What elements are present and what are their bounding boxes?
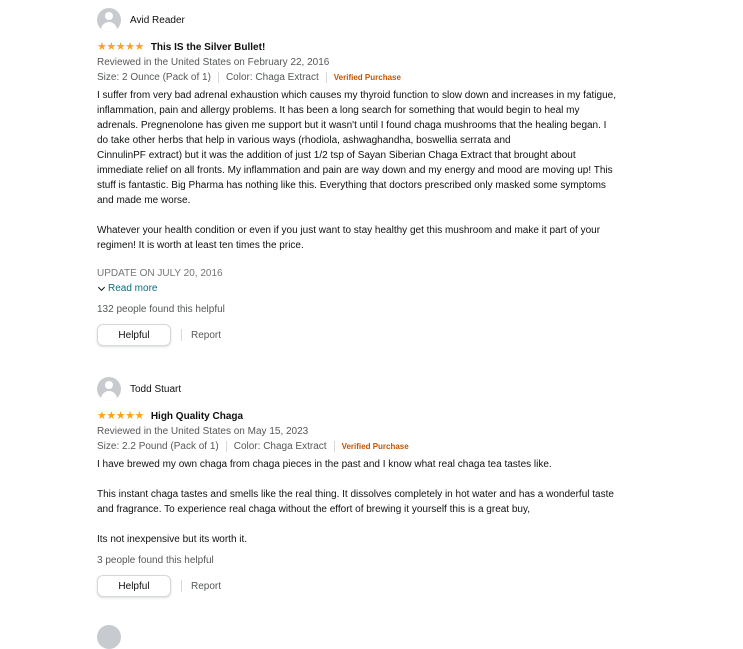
verified-purchase-badge: Verified Purchase [333, 73, 401, 82]
review-body: I suffer from very bad adrenal exhaustio… [97, 88, 617, 253]
review-actions: Helpful Report [97, 575, 617, 597]
chevron-down-icon [97, 283, 106, 291]
review-update-heading: UPDATE ON JULY 20, 2016 [97, 268, 223, 279]
reviewer-profile[interactable]: Todd Stuart [97, 375, 617, 403]
review-paragraph: I suffer from very bad adrenal exhaustio… [97, 90, 616, 206]
review-paragraph: This instant chaga tastes and smells lik… [97, 489, 614, 515]
read-more-link[interactable]: Read more [97, 281, 617, 296]
review-paragraph: Its not inexpensive but its worth it. [97, 534, 248, 545]
review-title[interactable]: This IS the Silver Bullet! [151, 42, 265, 53]
report-link[interactable]: Report [191, 581, 221, 592]
avatar [97, 377, 121, 401]
variant-color[interactable]: Color: Chaga Extract [234, 439, 327, 454]
review-card: Todd Stuart ★★★★★ High Quality Chaga Rev… [97, 375, 617, 597]
review-title[interactable]: High Quality Chaga [151, 411, 243, 422]
review-date: Reviewed in the United States on May 15,… [97, 426, 309, 437]
reviewer-name: Todd Stuart [130, 383, 182, 395]
review-date: Reviewed in the United States on Februar… [97, 57, 330, 68]
reviewer-name: Avid Reader [130, 14, 185, 26]
variant-color[interactable]: Color: Chaga Extract [226, 70, 319, 85]
divider [225, 441, 227, 452]
report-link[interactable]: Report [191, 330, 221, 341]
review-body: I have brewed my own chaga from chaga pi… [97, 457, 617, 547]
verified-purchase-badge: Verified Purchase [341, 442, 409, 451]
divider [181, 580, 182, 592]
review-variant: Size: 2.2 Pound (Pack of 1) Color: Chaga… [97, 439, 617, 454]
divider [333, 441, 335, 452]
read-more-label: Read more [108, 283, 158, 294]
divider [217, 72, 219, 83]
review-actions: Helpful Report [97, 324, 617, 346]
divider [325, 72, 327, 83]
avatar [97, 8, 121, 32]
divider [181, 329, 182, 341]
review-variant: Size: 2 Ounce (Pack of 1) Color: Chaga E… [97, 70, 617, 85]
reviewer-profile[interactable]: Avid Reader [97, 6, 617, 34]
review-title-row[interactable]: ★★★★★ High Quality Chaga [97, 408, 617, 424]
review-title-row[interactable]: ★★★★★ This IS the Silver Bullet! [97, 39, 617, 55]
variant-size[interactable]: Size: 2.2 Pound (Pack of 1) [97, 439, 219, 454]
star-rating-icon: ★★★★★ [97, 40, 144, 53]
helpful-count: 132 people found this helpful [97, 304, 225, 315]
helpful-count: 3 people found this helpful [97, 555, 214, 566]
review-paragraph: Whatever your health condition or even i… [97, 225, 601, 251]
helpful-button[interactable]: Helpful [97, 575, 171, 597]
review-card: Avid Reader ★★★★★ This IS the Silver Bul… [97, 6, 617, 346]
helpful-button[interactable]: Helpful [97, 324, 171, 346]
star-rating-icon: ★★★★★ [97, 409, 144, 422]
variant-size[interactable]: Size: 2 Ounce (Pack of 1) [97, 70, 211, 85]
review-paragraph: I have brewed my own chaga from chaga pi… [97, 459, 552, 470]
avatar [97, 625, 121, 649]
